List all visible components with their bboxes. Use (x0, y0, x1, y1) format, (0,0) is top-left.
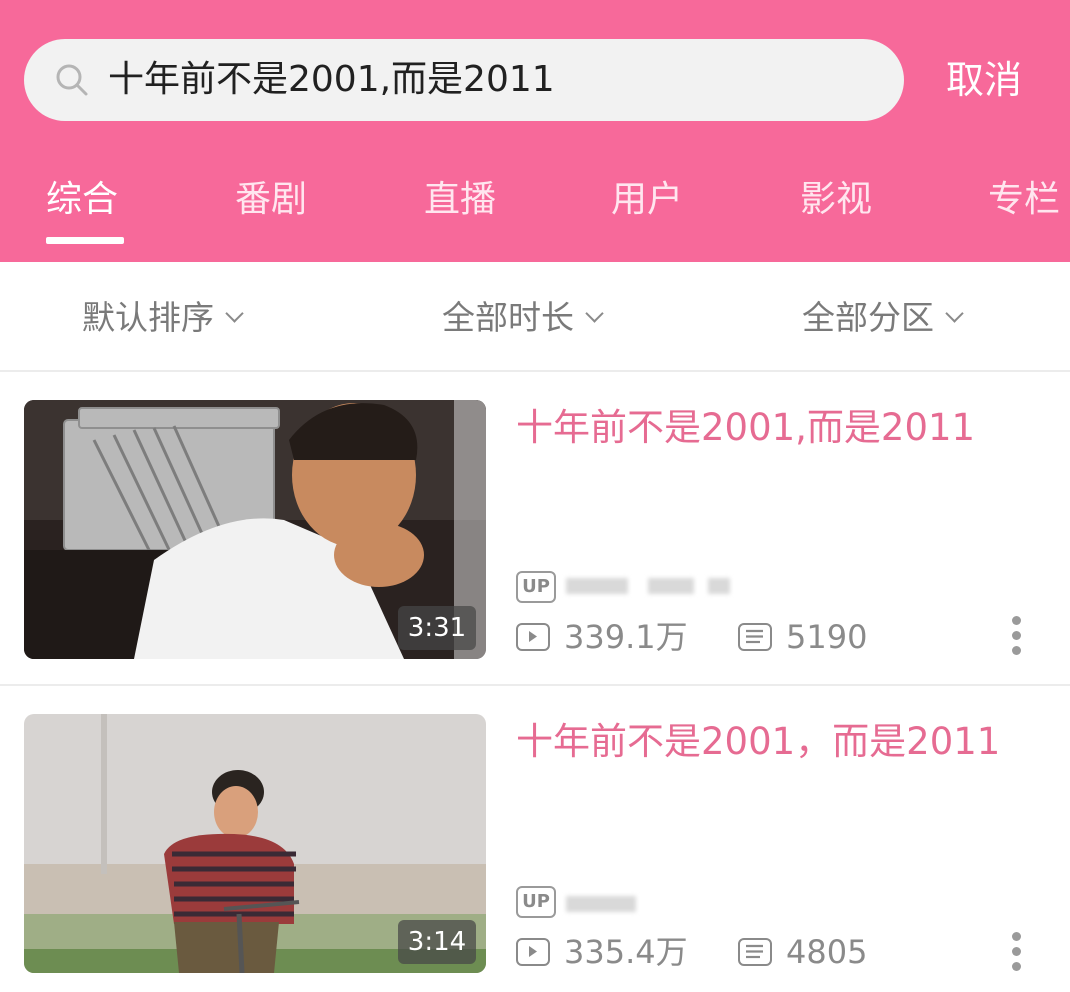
chevron-down-icon (945, 304, 964, 323)
video-duration: 3:14 (398, 920, 476, 964)
play-count-icon (516, 623, 550, 651)
up-badge: UP (516, 571, 556, 603)
tab-users[interactable]: 用户 (611, 176, 683, 224)
play-count-icon (516, 938, 550, 966)
category-filter[interactable]: 全部分区 (802, 296, 964, 340)
danmaku-count: 4805 (786, 933, 868, 971)
tab-comprehensive[interactable]: 综合 (46, 176, 118, 224)
video-duration: 3:31 (398, 606, 476, 650)
category-filter-label: 全部分区 (802, 298, 934, 337)
uploader-name-redacted (648, 578, 694, 594)
tab-film[interactable]: 影视 (800, 176, 872, 224)
tab-bangumi[interactable]: 番剧 (235, 176, 307, 224)
chevron-down-icon (225, 304, 244, 323)
danmaku-icon (738, 623, 772, 651)
danmaku-icon (738, 938, 772, 966)
uploader-name-redacted[interactable] (566, 896, 636, 912)
up-badge: UP (516, 886, 556, 918)
duration-filter-label: 全部时长 (442, 298, 574, 337)
more-options-icon[interactable] (1012, 932, 1022, 977)
sort-filter[interactable]: 默认排序 (82, 296, 244, 340)
active-tab-indicator (46, 237, 124, 244)
play-count: 335.4万 (564, 933, 688, 971)
tab-live[interactable]: 直播 (424, 176, 496, 224)
video-title[interactable]: 十年前不是2001,而是2011 (516, 402, 975, 454)
danmaku-count: 5190 (786, 618, 868, 656)
chevron-down-icon (585, 304, 604, 323)
sort-filter-label: 默认排序 (82, 298, 214, 337)
result-divider (0, 684, 1070, 686)
duration-filter[interactable]: 全部时长 (442, 296, 604, 340)
tab-column[interactable]: 专栏 (988, 176, 1060, 224)
uploader-name-redacted (708, 578, 730, 594)
more-options-icon[interactable] (1012, 616, 1022, 661)
search-query-text[interactable]: 十年前不是2001,而是2011 (108, 56, 555, 104)
uploader-name-redacted[interactable] (566, 578, 628, 594)
search-icon (56, 64, 88, 96)
filter-divider (0, 370, 1070, 372)
video-title[interactable]: 十年前不是2001，而是2011 (516, 716, 1000, 768)
play-count: 339.1万 (564, 618, 688, 656)
cancel-button[interactable]: 取消 (946, 54, 1022, 106)
